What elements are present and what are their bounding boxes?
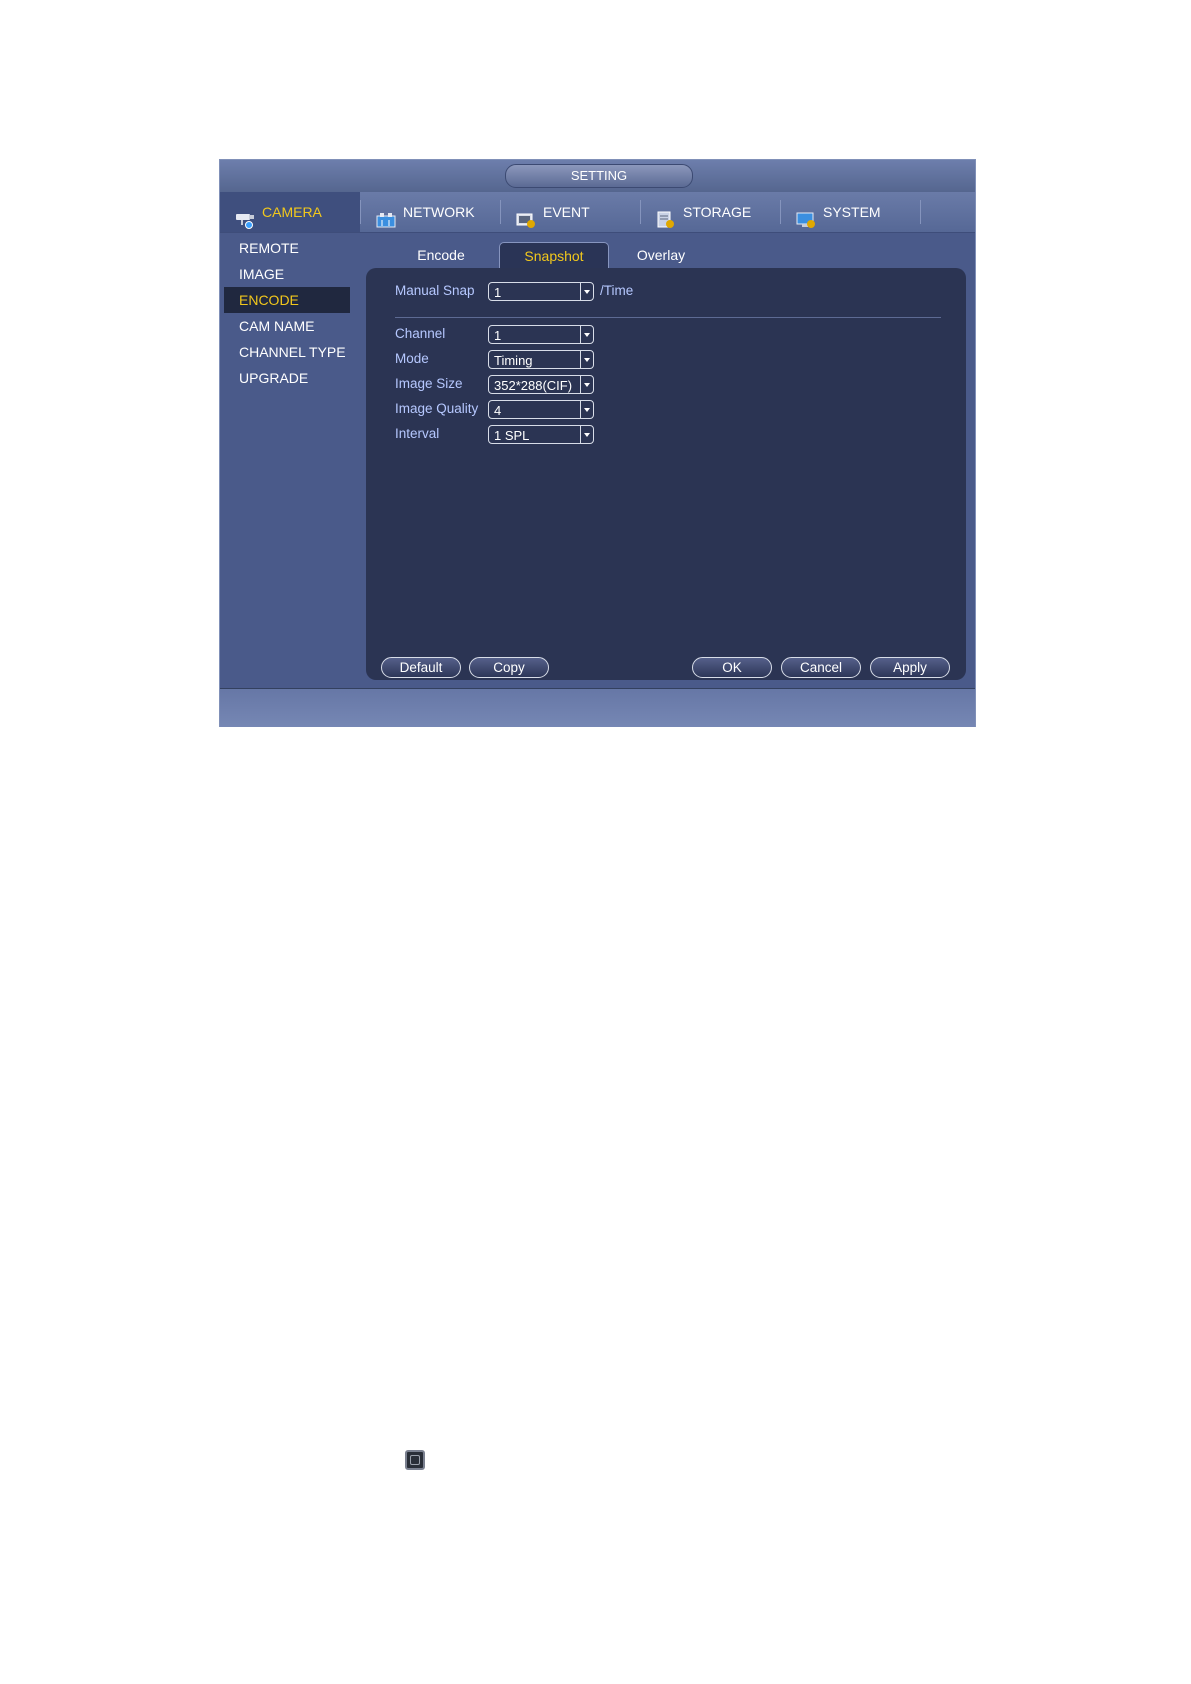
manual-snap-suffix: /Time <box>600 283 634 298</box>
chevron-down-icon <box>580 326 593 343</box>
select-value: 1 SPL <box>494 428 530 443</box>
status-bar <box>220 688 975 727</box>
divider <box>395 317 941 318</box>
sidebar-item-upgrade[interactable]: UPGRADE <box>224 365 350 391</box>
topnav-storage[interactable]: STORAGE <box>641 192 780 232</box>
select-value: 352*288(CIF) <box>494 378 573 393</box>
topnav-label: NETWORK <box>403 204 475 220</box>
interval-label: Interval <box>395 426 440 441</box>
topnav-label: CAMERA <box>262 204 322 220</box>
sidebar-item-image[interactable]: IMAGE <box>224 261 350 287</box>
tab-overlay[interactable]: Overlay <box>616 242 706 268</box>
tab-encode[interactable]: Encode <box>396 242 486 268</box>
apply-button[interactable]: Apply <box>870 657 950 678</box>
default-button[interactable]: Default <box>381 657 461 678</box>
square-icon <box>405 1450 425 1470</box>
topnav-label: SYSTEM <box>823 204 881 220</box>
system-icon <box>795 204 817 229</box>
topnav-label: STORAGE <box>683 204 752 220</box>
manual-snap-select[interactable]: 1 <box>488 282 594 301</box>
image-quality-label: Image Quality <box>395 401 479 416</box>
chevron-down-icon <box>580 426 593 443</box>
select-value: Timing <box>494 353 533 368</box>
select-value: 4 <box>494 403 502 418</box>
sidebar-item-encode[interactable]: ENCODE <box>224 287 350 313</box>
chevron-down-icon <box>580 351 593 368</box>
window-title: SETTING <box>505 164 693 188</box>
channel-select[interactable]: 1 <box>488 325 594 344</box>
title-bar: SETTING <box>220 160 975 192</box>
select-value: 1 <box>494 328 502 343</box>
top-nav: CAMERA NETWORK EVENT STORAGE SYSTEM <box>220 192 975 233</box>
network-icon <box>375 204 397 228</box>
topnav-system[interactable]: SYSTEM <box>781 192 920 232</box>
chevron-down-icon <box>580 283 593 300</box>
topnav-label: EVENT <box>543 204 590 220</box>
snapshot-panel: Manual Snap 1 /Time Channel 1 Mode Timin… <box>366 268 966 680</box>
sidebar-item-remote[interactable]: REMOTE <box>224 235 350 261</box>
topnav-camera[interactable]: CAMERA <box>220 192 360 232</box>
topnav-network[interactable]: NETWORK <box>361 192 500 232</box>
copy-button[interactable]: Copy <box>469 657 549 678</box>
image-size-label: Image Size <box>395 376 463 391</box>
divider <box>920 200 921 224</box>
topnav-event[interactable]: EVENT <box>501 192 640 232</box>
interval-select[interactable]: 1 SPL <box>488 425 594 444</box>
image-size-select[interactable]: 352*288(CIF) <box>488 375 594 394</box>
tab-snapshot[interactable]: Snapshot <box>499 242 609 268</box>
event-icon <box>515 204 537 229</box>
chevron-down-icon <box>580 401 593 418</box>
camera-icon <box>234 204 256 230</box>
channel-label: Channel <box>395 326 446 341</box>
sidebar-item-cam-name[interactable]: CAM NAME <box>224 313 350 339</box>
ok-button[interactable]: OK <box>692 657 772 678</box>
mode-label: Mode <box>395 351 429 366</box>
manual-snap-label: Manual Snap <box>395 283 475 298</box>
chevron-down-icon <box>580 376 593 393</box>
select-value: 1 <box>494 285 502 300</box>
cancel-button[interactable]: Cancel <box>781 657 861 678</box>
mode-select[interactable]: Timing <box>488 350 594 369</box>
settings-window: SETTING CAMERA NETWORK EVENT STORAGE SYS… <box>219 159 976 727</box>
tab-bar: Encode Snapshot Overlay <box>366 242 966 268</box>
storage-icon <box>655 204 677 229</box>
sidebar-item-channel-type[interactable]: CHANNEL TYPE <box>224 339 350 365</box>
image-quality-select[interactable]: 4 <box>488 400 594 419</box>
sidebar: REMOTE IMAGE ENCODE CAM NAME CHANNEL TYP… <box>220 233 360 689</box>
